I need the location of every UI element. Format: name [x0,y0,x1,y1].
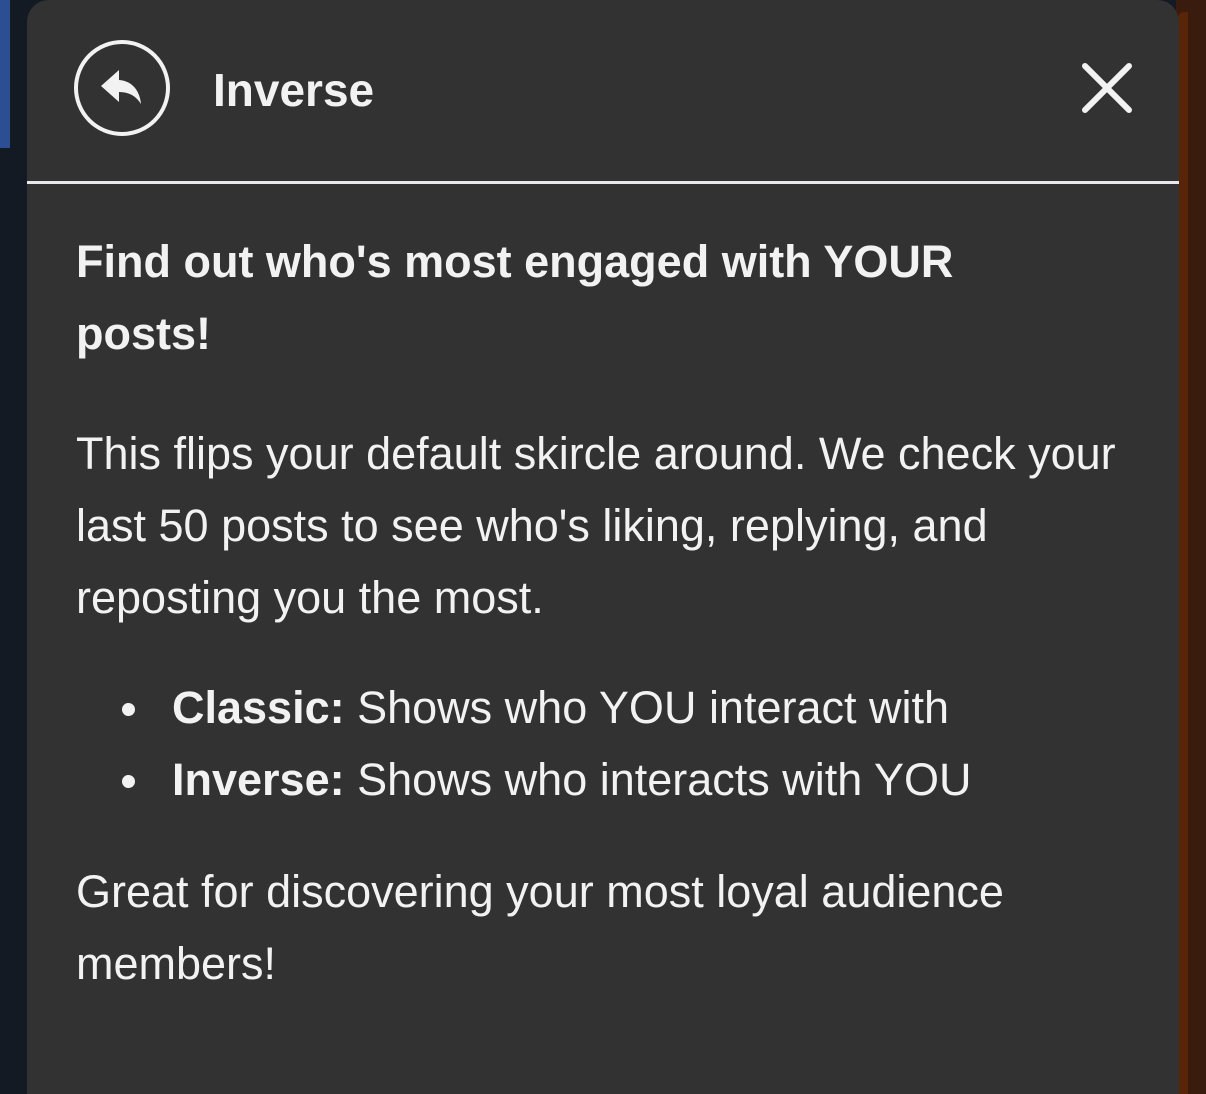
modal-title: Inverse [213,64,375,116]
modal-body: Find out who's most engaged with YOUR po… [27,184,1179,1000]
info-modal: Inverse Find out who's most engaged with… [27,0,1179,1094]
closing-text: Great for discovering your most loyal au… [76,866,1004,989]
background-edge [1176,0,1206,1094]
back-button[interactable] [74,40,170,136]
close-icon [1077,58,1137,118]
mode-name-classic: Classic: [172,682,345,733]
list-item: Classic: Shows who YOU interact with [122,672,1119,744]
list-item: Inverse: Shows who interacts with YOU [122,744,1119,816]
background-accent [0,0,10,148]
mode-description-inverse: Shows who interacts with YOU [344,754,972,805]
close-button[interactable] [1077,58,1137,118]
mode-description-classic: Shows who YOU interact with [344,682,950,733]
mode-list: Classic: Shows who YOU interact with Inv… [76,672,1119,816]
mode-name-inverse: Inverse: [172,754,345,805]
headline: Find out who's most engaged with YOUR po… [76,236,954,359]
reply-arrow-icon [99,68,145,108]
modal-header: Inverse [27,0,1179,184]
description-text: This flips your default skircle around. … [76,428,1116,623]
